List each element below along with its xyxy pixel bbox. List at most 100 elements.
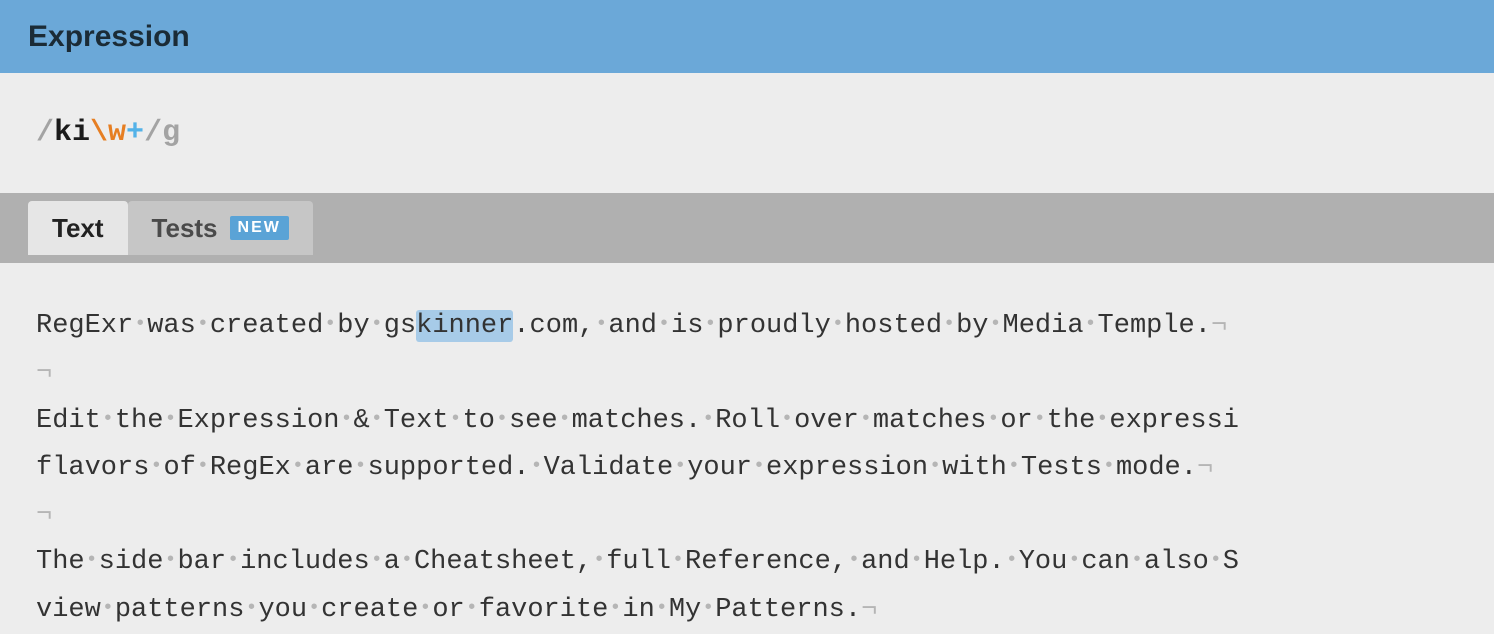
whitespace-dot-icon: • [701, 408, 715, 431]
whitespace-dot-icon: • [558, 408, 572, 431]
text-word: matches [873, 406, 986, 436]
whitespace-dot-icon: • [1005, 549, 1019, 572]
whitespace-dot-icon: • [133, 313, 147, 336]
text-word: My [669, 595, 701, 625]
text-word: Help. [924, 547, 1005, 577]
text-word: side [99, 547, 164, 577]
text-word: flavors [36, 453, 149, 483]
text-word: or [432, 595, 464, 625]
whitespace-dot-icon: • [465, 597, 479, 620]
text-word: Tests [1021, 453, 1102, 483]
tabs-bar: Text Tests NEW [0, 193, 1494, 263]
text-word: is [671, 311, 703, 341]
whitespace-dot-icon: • [101, 597, 115, 620]
whitespace-dot-icon: • [1095, 408, 1109, 431]
text-word: supported. [368, 453, 530, 483]
text-word: Roll [715, 406, 780, 436]
whitespace-dot-icon: • [1209, 549, 1223, 572]
whitespace-dot-icon: • [1033, 408, 1047, 431]
text-word: Edit [36, 406, 101, 436]
whitespace-dot-icon: • [163, 549, 177, 572]
whitespace-dot-icon: • [831, 313, 845, 336]
text-word: RegExr [36, 311, 133, 341]
whitespace-dot-icon: • [149, 455, 163, 478]
text-word: over [794, 406, 859, 436]
regex-charclass: \w [90, 116, 126, 150]
whitespace-dot-icon: • [928, 455, 942, 478]
whitespace-dot-icon: • [942, 313, 956, 336]
text-word: full [606, 547, 671, 577]
expression-input[interactable]: / ki \w + / g [0, 73, 1494, 193]
line-break-icon: ¬ [36, 358, 52, 388]
whitespace-dot-icon: • [323, 313, 337, 336]
text-word: created [210, 311, 323, 341]
line-break-icon: ¬ [861, 595, 877, 625]
whitespace-dot-icon: • [859, 408, 873, 431]
whitespace-dot-icon: • [495, 408, 509, 431]
text-word: matches. [572, 406, 702, 436]
text-word: of [163, 453, 195, 483]
text-word: gs [384, 311, 416, 341]
whitespace-dot-icon: • [655, 597, 669, 620]
regex-quantifier: + [126, 116, 144, 150]
text-word: The [36, 547, 85, 577]
whitespace-dot-icon: • [354, 455, 368, 478]
text-word: in [622, 595, 654, 625]
tab-text[interactable]: Text [28, 201, 128, 255]
whitespace-dot-icon: • [530, 455, 544, 478]
text-line: ¬ [36, 350, 1458, 397]
whitespace-dot-icon: • [703, 313, 717, 336]
regex-open-delimiter: / [36, 116, 54, 150]
text-word: Cheatsheet, [414, 547, 592, 577]
whitespace-dot-icon: • [594, 313, 608, 336]
whitespace-dot-icon: • [1130, 549, 1144, 572]
text-word: Reference, [685, 547, 847, 577]
text-word: can [1081, 547, 1130, 577]
whitespace-dot-icon: • [847, 549, 861, 572]
line-break-icon: ¬ [36, 500, 52, 530]
whitespace-dot-icon: • [657, 313, 671, 336]
text-word: You [1019, 547, 1068, 577]
text-word: hosted [845, 311, 942, 341]
tab-tests[interactable]: Tests NEW [128, 201, 313, 255]
whitespace-dot-icon: • [752, 455, 766, 478]
text-word: the [1047, 406, 1096, 436]
whitespace-dot-icon: • [307, 597, 321, 620]
whitespace-dot-icon: • [986, 408, 1000, 431]
line-break-icon: ¬ [1211, 311, 1227, 341]
tab-text-label: Text [52, 213, 104, 244]
text-word: Temple. [1098, 311, 1211, 341]
text-word: .com, [513, 311, 594, 341]
text-word: by [337, 311, 369, 341]
new-badge: NEW [230, 216, 289, 240]
text-word: and [608, 311, 657, 341]
text-word: view [36, 595, 101, 625]
whitespace-dot-icon: • [449, 408, 463, 431]
text-word: to [463, 406, 495, 436]
text-line: flavors•of•RegEx•are•supported.•Validate… [36, 445, 1458, 492]
text-word: Media [1003, 311, 1084, 341]
whitespace-dot-icon: • [592, 549, 606, 572]
whitespace-dot-icon: • [291, 455, 305, 478]
text-word: Text [384, 406, 449, 436]
text-line: Edit•the•Expression•&•Text•to•see•matche… [36, 398, 1458, 445]
whitespace-dot-icon: • [163, 408, 177, 431]
regex-flags: g [162, 116, 180, 150]
whitespace-dot-icon: • [101, 408, 115, 431]
whitespace-dot-icon: • [226, 549, 240, 572]
whitespace-dot-icon: • [418, 597, 432, 620]
text-word: are [305, 453, 354, 483]
text-word: Patterns. [715, 595, 861, 625]
text-word: S [1223, 547, 1239, 577]
text-word: by [956, 311, 988, 341]
whitespace-dot-icon: • [339, 408, 353, 431]
whitespace-dot-icon: • [1102, 455, 1116, 478]
text-input-area[interactable]: RegExr•was•created•by•gskinner.com,•and•… [0, 263, 1494, 634]
whitespace-dot-icon: • [85, 549, 99, 572]
text-word: includes [240, 547, 370, 577]
whitespace-dot-icon: • [910, 549, 924, 572]
text-word: Expression [177, 406, 339, 436]
whitespace-dot-icon: • [1007, 455, 1021, 478]
whitespace-dot-icon: • [370, 408, 384, 431]
whitespace-dot-icon: • [1084, 313, 1098, 336]
